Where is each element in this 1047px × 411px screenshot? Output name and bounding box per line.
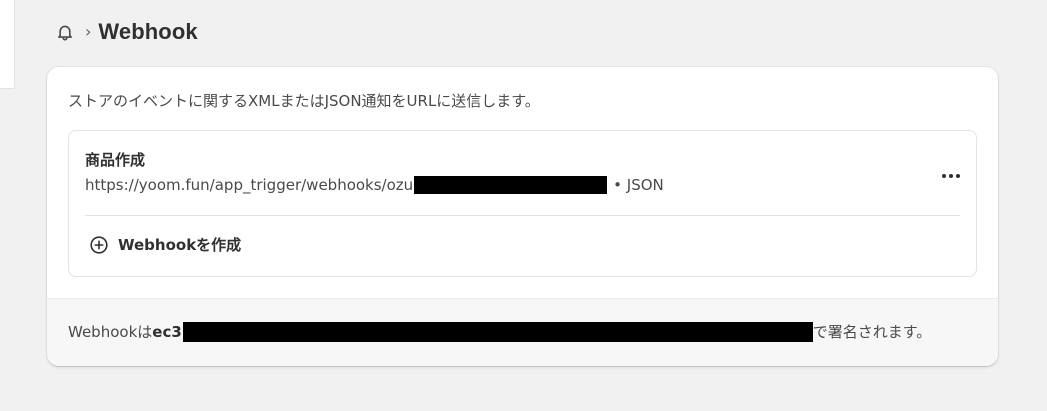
divider <box>85 215 960 216</box>
left-panel-edge <box>0 0 15 89</box>
signature-suffix: で署名されます。 <box>812 323 932 341</box>
create-webhook-label: Webhookを作成 <box>118 236 242 254</box>
create-webhook-button[interactable]: Webhookを作成 <box>89 234 241 255</box>
webhook-event-name: 商品作成 <box>85 151 146 169</box>
page-title: Webhook <box>98 19 198 44</box>
more-actions-button[interactable] <box>936 159 966 187</box>
webhook-url-line: https://yoom.fun/app_trigger/webhooks/oz… <box>85 176 664 194</box>
signature-prefix: Webhookは <box>68 323 153 341</box>
breadcrumb: › Webhook <box>55 18 198 46</box>
signature-key: ec3 <box>152 322 182 341</box>
webhook-list: 商品作成 https://yoom.fun/app_trigger/webhoo… <box>68 130 977 277</box>
bell-icon[interactable] <box>55 22 75 42</box>
card-description: ストアのイベントに関するXMLまたはJSON通知をURLに送信します。 <box>68 92 540 110</box>
webhook-url: https://yoom.fun/app_trigger/webhooks/oz… <box>85 176 414 194</box>
card-footer: Webhookは ec3 で署名されます。 <box>47 298 998 366</box>
plus-circle-icon <box>89 235 109 255</box>
redacted-url-block <box>414 176 608 194</box>
signature-note: Webhookは ec3 で署名されます。 <box>68 321 931 342</box>
redacted-key-block <box>182 321 813 342</box>
breadcrumb-separator: › <box>85 22 92 41</box>
webhook-card: ストアのイベントに関するXMLまたはJSON通知をURLに送信します。 商品作成… <box>47 67 998 366</box>
more-horizontal-icon <box>941 164 961 183</box>
webhook-format: • JSON <box>613 176 664 194</box>
